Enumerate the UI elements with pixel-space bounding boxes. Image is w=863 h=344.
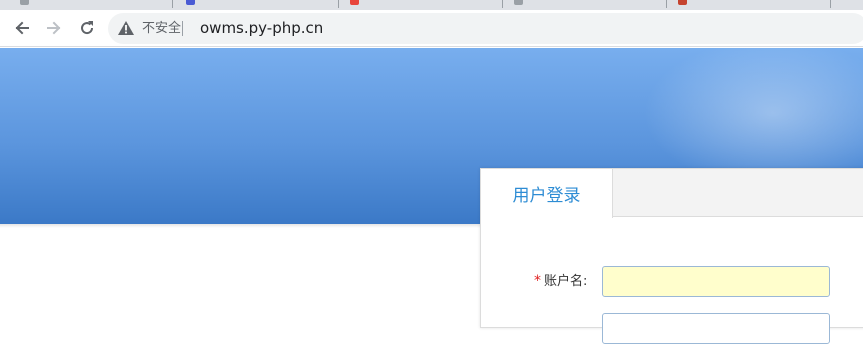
required-marker: * [534,273,541,289]
url-text[interactable]: owms.py-php.cn [200,19,323,38]
tab-user-login[interactable]: 用户登录 [481,169,613,218]
forward-button[interactable] [41,15,67,41]
back-button[interactable] [9,15,35,41]
back-arrow-icon [15,21,29,35]
login-panel: 用户登录 * 账户名: [480,168,863,344]
tab-favicon-icon[interactable] [350,0,359,5]
tab-user-login-label: 用户登录 [512,186,581,206]
banner-glow [643,38,863,188]
reload-icon [81,21,94,35]
tab-separator [830,0,831,8]
tab-separator [666,0,667,8]
tab-separator [172,0,173,8]
tab-favicon-icon[interactable] [20,0,29,5]
warning-icon[interactable] [118,21,134,35]
username-label: 账户名: [544,274,588,289]
omnibox-divider [182,21,183,36]
tab-separator [502,0,503,8]
tab-favicon-icon[interactable] [186,0,195,5]
login-tab-bar: 用户登录 [481,169,863,218]
username-input[interactable] [602,266,830,297]
tab-favicon-icon[interactable] [514,0,523,5]
tab-favicon-icon[interactable] [678,0,687,5]
browser-tab-strip [0,0,863,10]
username-row: * 账户名: [481,266,863,298]
reload-button[interactable] [74,15,100,41]
forward-arrow-icon [47,21,61,35]
security-status-text[interactable]: 不安全 [142,20,181,37]
password-input[interactable] [602,313,830,344]
tab-separator [338,0,339,8]
